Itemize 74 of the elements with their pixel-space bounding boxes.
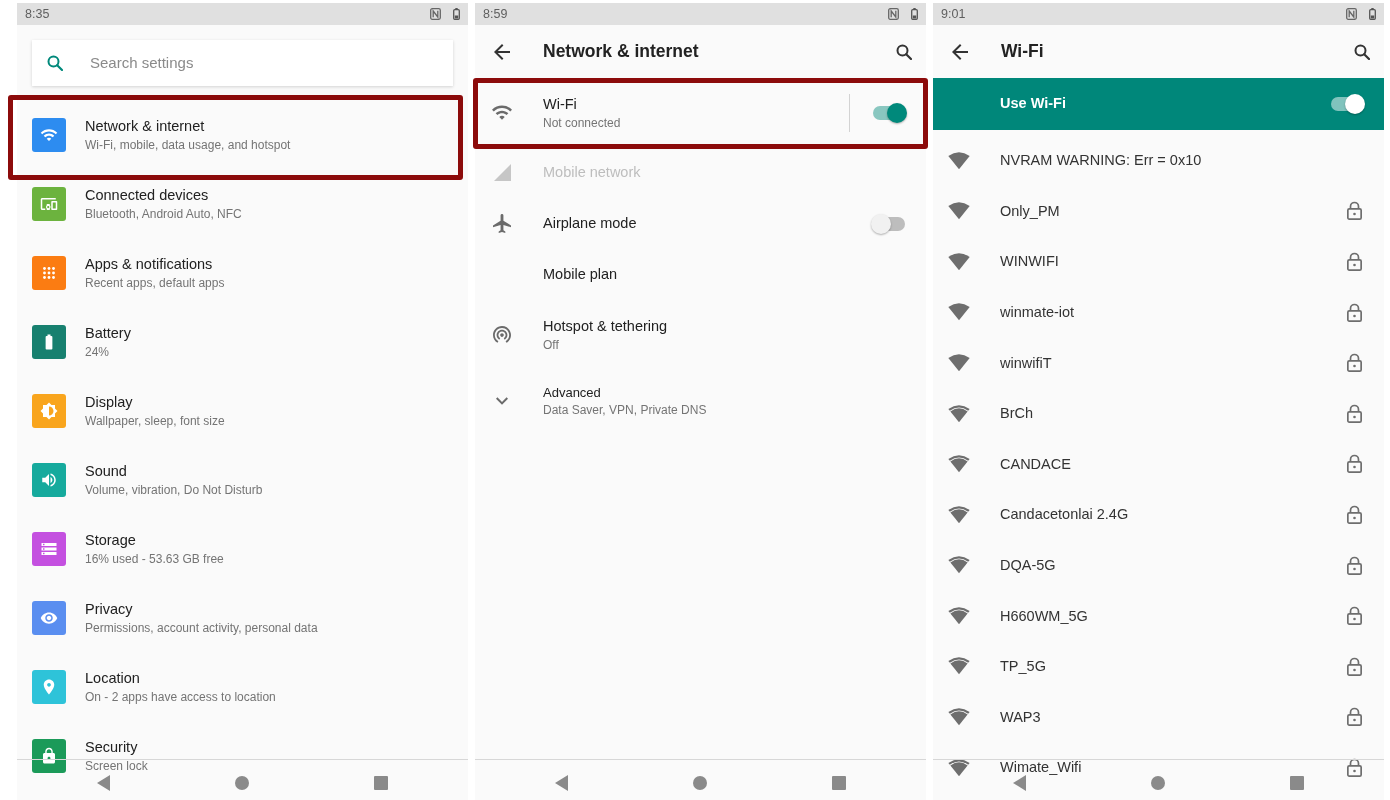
network-name[interactable]: winmate-iot	[1000, 304, 1075, 321]
network-name[interactable]: Candacetonlai 2.4G	[1000, 506, 1129, 523]
setting-summary: Not connected	[543, 115, 621, 131]
signal-icon	[493, 164, 511, 181]
network-name[interactable]: WINWIFI	[1000, 253, 1059, 270]
status-time: 8:35	[25, 5, 50, 23]
home-icon[interactable]	[693, 776, 707, 790]
setting-title[interactable]: Network & internet	[85, 116, 291, 136]
airplane-icon	[493, 214, 511, 233]
network-name[interactable]: CANDACE	[1000, 455, 1071, 472]
setting-summary: Volume, vibration, Do Not Disturb	[85, 482, 263, 498]
setting-title[interactable]: Hotspot & tethering	[543, 316, 668, 336]
back-arrow-icon[interactable]	[494, 43, 510, 60]
setting-title: Mobile network	[543, 163, 641, 182]
screen-title: Network & internet	[543, 40, 699, 64]
setting-summary: On - 2 apps have access to location	[85, 689, 276, 705]
toggle-switch[interactable]	[1329, 93, 1365, 115]
setting-title[interactable]: Location	[85, 668, 276, 688]
search-field[interactable]: Search settings	[90, 51, 441, 75]
setting-title[interactable]: Connected devices	[85, 185, 242, 205]
setting-title[interactable]: Advanced	[543, 384, 707, 401]
home-icon[interactable]	[235, 776, 249, 790]
back-icon[interactable]	[1013, 775, 1026, 791]
switch-label: Use Wi-Fi	[1000, 94, 1066, 114]
back-arrow-icon[interactable]	[952, 43, 968, 60]
network-name[interactable]: NVRAM WARNING: Err = 0x10	[1000, 152, 1202, 169]
setting-title[interactable]: Security	[85, 737, 148, 757]
toggle-switch[interactable]	[871, 101, 907, 124]
back-icon[interactable]	[97, 775, 110, 791]
network-name[interactable]: Wimate_Wifi	[1000, 759, 1082, 776]
setting-summary: Screen lock	[85, 758, 148, 774]
setting-summary: Permissions, account activity, personal data	[85, 620, 318, 636]
hotspot-icon	[493, 326, 511, 343]
toggle-switch[interactable]	[871, 212, 907, 235]
back-icon[interactable]	[555, 775, 568, 791]
setting-title[interactable]: Privacy	[85, 599, 318, 619]
network-name[interactable]: TP_5G	[1000, 658, 1046, 675]
setting-summary: Data Saver, VPN, Private DNS	[543, 403, 707, 418]
setting-title[interactable]: Mobile plan	[543, 265, 618, 284]
screen-title: Wi-Fi	[1001, 40, 1044, 64]
network-name[interactable]: DQA-5G	[1000, 557, 1056, 574]
home-icon[interactable]	[1151, 776, 1165, 790]
setting-title[interactable]: Airplane mode	[543, 214, 637, 233]
nfc-icon	[888, 8, 899, 20]
setting-summary: Bluetooth, Android Auto, NFC	[85, 206, 242, 222]
wifi-icon	[492, 105, 512, 120]
setting-summary: Wi-Fi, mobile, data usage, and hotspot	[85, 137, 291, 153]
setting-summary: Off	[543, 337, 560, 353]
setting-title[interactable]: Sound	[85, 461, 263, 481]
setting-summary: Wallpaper, sleep, font size	[85, 413, 225, 429]
network-name[interactable]: Only_PM	[1000, 202, 1060, 219]
setting-summary: Recent apps, default apps	[85, 275, 225, 291]
nfc-icon	[430, 8, 441, 20]
setting-title[interactable]: Apps & notifications	[85, 254, 225, 274]
setting-title[interactable]: Battery	[85, 323, 131, 343]
setting-title[interactable]: Wi-Fi	[543, 94, 621, 114]
setting-summary: 24%	[85, 344, 111, 360]
battery-icon	[453, 8, 460, 20]
setting-title[interactable]: Storage	[85, 530, 224, 550]
battery-icon	[1369, 8, 1376, 20]
network-name[interactable]: winwifiT	[1000, 354, 1052, 371]
search-bar[interactable]: Search settings	[32, 40, 453, 86]
search-icon[interactable]	[1354, 43, 1370, 60]
network-name[interactable]: BrCh	[1000, 405, 1034, 422]
chevron-down-icon	[496, 397, 508, 405]
battery-icon	[911, 8, 918, 20]
nfc-icon	[1346, 8, 1357, 20]
search-icon[interactable]	[896, 43, 912, 60]
status-time: 9:01	[941, 5, 966, 23]
network-name[interactable]: WAP3	[1000, 708, 1041, 725]
network-name[interactable]: H660WM_5G	[1000, 607, 1088, 624]
setting-title[interactable]: Display	[85, 392, 225, 412]
status-time: 8:59	[483, 5, 508, 23]
setting-summary: 16% used - 53.63 GB free	[85, 551, 224, 567]
